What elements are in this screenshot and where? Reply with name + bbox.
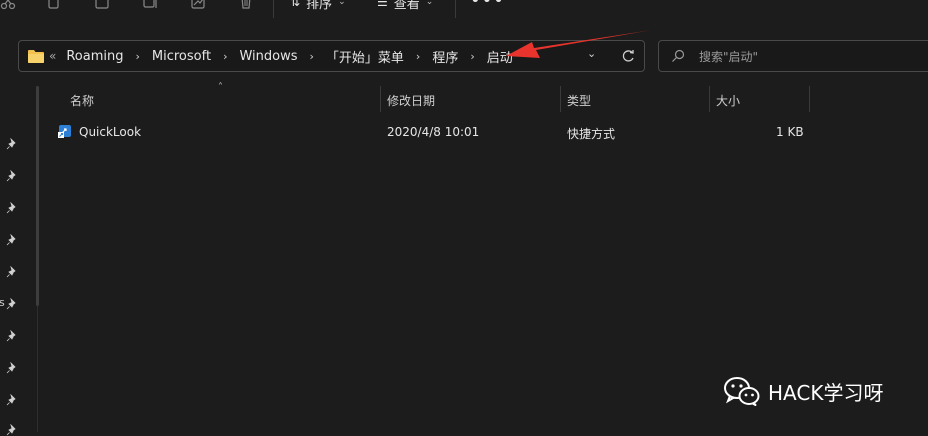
column-divider[interactable] (809, 86, 810, 112)
navigation-pane-scrollbar[interactable] (36, 86, 39, 306)
view-icon: ☰ (377, 0, 388, 9)
chevron-down-icon: ⌄ (338, 0, 346, 7)
breadcrumb-item-startup[interactable]: 启动 (487, 47, 513, 66)
file-row-quicklook[interactable]: QuickLook 2020/4/8 10:01 快捷方式 1 KB (44, 120, 824, 144)
breadcrumb-separator-icon[interactable]: › (310, 50, 314, 63)
column-divider[interactable] (560, 86, 561, 112)
pin-icon[interactable] (6, 330, 18, 342)
breadcrumb-item-microsoft[interactable]: Microsoft (152, 49, 211, 64)
toolbar-divider (455, 0, 456, 18)
column-header-date-modified[interactable]: 修改日期 (387, 92, 435, 110)
search-icon (672, 49, 685, 62)
address-bar[interactable]: « Roaming › Microsoft › Windows › 「开始」菜单… (18, 40, 645, 72)
pin-icon[interactable] (6, 394, 18, 406)
breadcrumb-item-start-menu[interactable]: 「开始」菜单 (326, 47, 404, 66)
paste-icon[interactable] (94, 0, 110, 10)
pin-icon[interactable] (6, 362, 18, 374)
folder-icon (28, 50, 44, 63)
command-bar: ⇅ 排序 ⌄ ☰ 查看 ⌄ ••• (0, 0, 928, 22)
chevron-down-icon: ⌄ (425, 0, 434, 7)
search-box[interactable] (658, 40, 928, 72)
toolbar-divider (273, 0, 274, 18)
search-input[interactable] (697, 46, 921, 68)
pin-icon[interactable] (6, 298, 18, 310)
share-icon[interactable] (190, 0, 206, 10)
breadcrumb-separator-icon[interactable]: › (416, 50, 420, 63)
file-type: 快捷方式 (567, 127, 616, 141)
breadcrumb: « Roaming › Microsoft › Windows › 「开始」菜单… (49, 41, 513, 71)
column-header-size[interactable]: 大小 (716, 92, 740, 110)
breadcrumb-item-roaming[interactable]: Roaming (66, 49, 123, 64)
breadcrumb-item-programs[interactable]: 程序 (432, 47, 458, 66)
breadcrumb-item-windows[interactable]: Windows (239, 49, 297, 64)
breadcrumb-overflow[interactable]: « (49, 49, 56, 63)
cut-icon[interactable] (0, 0, 16, 10)
watermark-text: HACK学习呀 (768, 380, 884, 405)
pin-icon[interactable] (6, 138, 18, 150)
pin-icon[interactable] (6, 234, 18, 246)
address-history-chevron-down-icon[interactable]: ⌄ (587, 47, 596, 60)
sort-label: 排序 (306, 0, 333, 12)
shortcut-icon (58, 125, 71, 138)
breadcrumb-separator-icon[interactable]: › (470, 50, 474, 63)
column-divider[interactable] (709, 86, 710, 112)
file-size: 1 KB (776, 125, 804, 139)
nav-item-label-fragment[interactable]: s (0, 296, 5, 309)
sort-button[interactable]: ⇅ 排序 ⌄ (290, 0, 346, 12)
copy-icon[interactable] (46, 0, 62, 10)
breadcrumb-separator-icon[interactable]: › (135, 50, 139, 63)
breadcrumb-separator-icon[interactable]: › (223, 50, 227, 63)
pin-icon[interactable] (6, 266, 18, 278)
file-date-modified: 2020/4/8 10:01 (387, 125, 480, 139)
column-header-type[interactable]: 类型 (567, 92, 591, 110)
file-name[interactable]: QuickLook (79, 125, 141, 139)
delete-icon[interactable] (238, 0, 254, 10)
wechat-logo (724, 377, 760, 406)
view-label: 查看 (393, 0, 420, 12)
more-options-button[interactable]: ••• (470, 0, 505, 11)
watermark: HACK学习呀 (724, 374, 883, 408)
sort-ascending-icon: ˄ (218, 82, 223, 93)
pin-icon[interactable] (6, 424, 18, 436)
pin-icon[interactable] (6, 170, 18, 182)
view-button[interactable]: ☰ 查看 ⌄ (377, 0, 433, 12)
pin-icon[interactable] (6, 202, 18, 214)
refresh-icon[interactable] (620, 47, 636, 65)
column-header-name[interactable]: 名称 (70, 92, 94, 110)
column-divider[interactable] (380, 86, 381, 112)
sort-icon: ⇅ (290, 0, 301, 9)
rename-icon[interactable] (142, 0, 158, 10)
